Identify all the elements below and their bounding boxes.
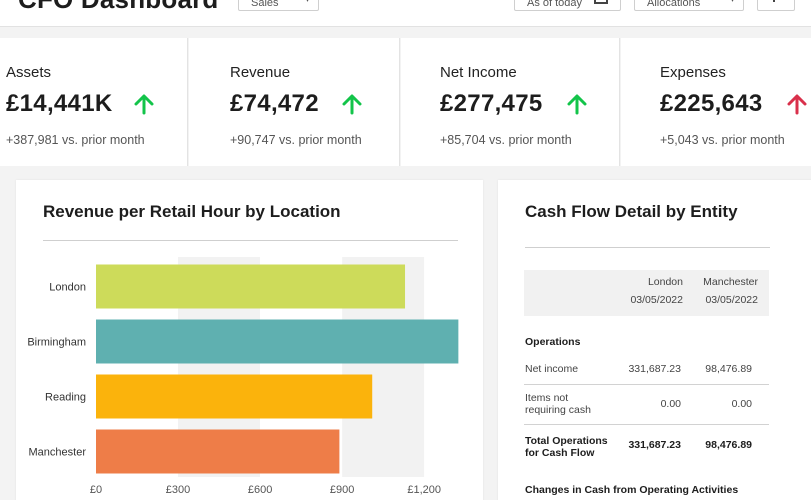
row-value-london: 331,687.23 [628, 439, 681, 451]
kpi-card-expenses[interactable]: Expenses £225,643 +5,043 vs. prior month [621, 38, 811, 166]
sales-filter-dropdown[interactable]: Sales ▾ [238, 0, 319, 11]
x-tick-label: £1,200 [407, 484, 441, 496]
row-value-london: 0.00 [660, 398, 681, 410]
column-date-london: 03/05/2022 [630, 294, 683, 306]
date-picker-label: As of today [527, 0, 583, 9]
x-tick-label: £0 [90, 484, 102, 496]
row-divider [524, 384, 769, 385]
kpi-label: Assets [6, 64, 52, 81]
row-value-manchester: 0.00 [731, 398, 752, 410]
kpi-value: £277,475 [440, 90, 543, 117]
trend-up-arrow-icon [787, 94, 807, 115]
cash-flow-title: Cash Flow Detail by Entity [525, 202, 738, 221]
chevron-down-icon: ▾ [730, 0, 735, 5]
allocations-label: Allocations [647, 0, 701, 9]
kpi-delta: +387,981 vs. prior month [6, 133, 145, 147]
x-tick-label: £600 [248, 484, 272, 496]
kpi-delta: +85,704 vs. prior month [440, 133, 572, 147]
category-label: London [49, 282, 86, 294]
column-entity-manchester: Manchester [703, 276, 758, 288]
row-label: Total Operations for Cash Flow [525, 435, 608, 459]
row-value-manchester: 98,476.89 [705, 363, 752, 375]
calendar-icon [594, 0, 608, 4]
category-label: Manchester [29, 447, 87, 459]
chevron-down-icon: ▾ [305, 0, 310, 5]
cash-flow-panel: Cash Flow Detail by Entity London 03/05/… [498, 180, 811, 500]
sales-filter-label: Sales [251, 0, 279, 9]
kpi-card-net-income[interactable]: Net Income £277,475 +85,704 vs. prior mo… [401, 38, 620, 166]
trend-up-arrow-icon [134, 94, 154, 115]
bar-reading [96, 374, 373, 419]
kpi-value: £225,643 [660, 90, 763, 117]
x-tick-label: £300 [166, 484, 190, 496]
column-date-manchester: 03/05/2022 [705, 294, 758, 306]
bar-london [96, 264, 406, 309]
more-options-button[interactable] [757, 0, 795, 11]
x-tick-label: £900 [330, 484, 354, 496]
row-value-manchester: 98,476.89 [705, 439, 752, 451]
trend-up-arrow-icon [567, 94, 587, 115]
allocations-dropdown[interactable]: Allocations ▾ [634, 0, 744, 11]
kpi-value: £74,472 [230, 90, 319, 117]
revenue-chart-panel: Revenue per Retail Hour by Location Lond… [16, 180, 483, 500]
revenue-bar-chart: London Birmingham Reading Manchester £0 £300 £… [27, 257, 459, 496]
row-value-london: 331,687.23 [628, 363, 681, 375]
kpi-card-assets[interactable]: Assets £14,441K +387,981 vs. prior month [0, 38, 188, 166]
bar-birmingham [96, 319, 459, 364]
kpi-label: Net Income [440, 64, 517, 81]
row-label: Items not requiring cash [525, 392, 591, 416]
date-picker[interactable]: As of today [514, 0, 621, 11]
trend-up-arrow-icon [342, 94, 362, 115]
kpi-label: Expenses [660, 64, 726, 81]
kpi-strip: Assets £14,441K +387,981 vs. prior month… [0, 38, 811, 166]
kpi-delta: +5,043 vs. prior month [660, 133, 785, 147]
kpi-card-revenue[interactable]: Revenue £74,472 +90,747 vs. prior month [189, 38, 400, 166]
grid-band [424, 257, 457, 477]
page-title: CFO Dashboard [18, 0, 219, 15]
column-entity-london: London [647, 276, 683, 288]
category-label: Reading [45, 392, 86, 404]
kpi-label: Revenue [230, 64, 291, 81]
top-bar: CFO Dashboard Sales ▾ As of today Alloca… [0, 0, 811, 27]
section-heading: Changes in Cash from Operating Activitie… [525, 484, 739, 496]
category-label: Birmingham [27, 337, 86, 349]
kpi-delta: +90,747 vs. prior month [230, 133, 362, 147]
row-divider [524, 424, 769, 425]
bar-manchester [96, 429, 340, 474]
kpi-value: £14,441K [6, 90, 113, 117]
section-heading: Operations [525, 336, 581, 348]
title-divider [525, 247, 770, 248]
more-options-icon [773, 0, 775, 2]
row-label: Net income [525, 363, 579, 375]
